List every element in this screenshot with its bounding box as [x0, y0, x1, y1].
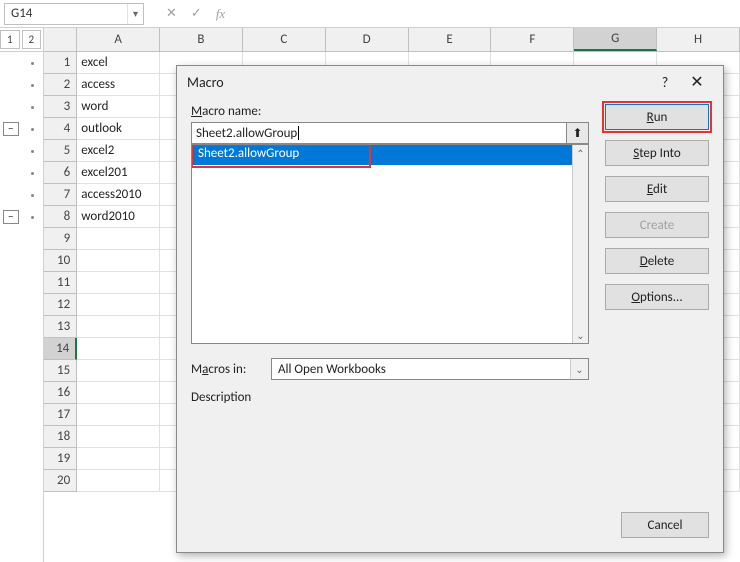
cell-A3[interactable]: word: [77, 96, 160, 118]
dialog-titlebar[interactable]: Macro ? ✕: [177, 66, 723, 98]
cell-A2[interactable]: access: [77, 74, 160, 96]
column-header-F[interactable]: F: [491, 28, 574, 51]
cell-A4[interactable]: outlook: [77, 118, 160, 140]
row-header-1[interactable]: 1: [44, 52, 77, 74]
cell-A19[interactable]: [77, 448, 160, 470]
fx-icon[interactable]: fx: [216, 6, 225, 22]
cell-A16[interactable]: [77, 382, 160, 404]
row-header-9[interactable]: 9: [44, 228, 77, 250]
outline-collapse-button[interactable]: –: [3, 210, 19, 224]
delete-button[interactable]: Delete: [605, 248, 709, 274]
column-header-B[interactable]: B: [160, 28, 243, 51]
outline-level-1[interactable]: 1: [0, 30, 20, 49]
cancel-formula-icon: ✕: [166, 6, 177, 21]
macros-in-label: Macros in:: [191, 362, 261, 377]
column-header-H[interactable]: H: [657, 28, 740, 51]
row-header-12[interactable]: 12: [44, 294, 77, 316]
outline-collapse-button[interactable]: –: [3, 122, 19, 136]
macro-dialog: Macro ? ✕ Macro name: Sheet2.allowGroup …: [176, 65, 724, 553]
step-into-button[interactable]: Step Into: [605, 140, 709, 166]
column-header-C[interactable]: C: [243, 28, 326, 51]
name-box-dropdown-icon[interactable]: ▾: [127, 4, 143, 24]
column-header-A[interactable]: A: [77, 28, 160, 51]
cell-A1[interactable]: excel: [77, 52, 160, 74]
dialog-title: Macro: [187, 74, 649, 91]
row-header-17[interactable]: 17: [44, 404, 77, 426]
column-header-E[interactable]: E: [409, 28, 492, 51]
row-header-14[interactable]: 14: [44, 338, 77, 360]
macros-in-select[interactable]: All Open Workbooks ⌄: [271, 358, 589, 380]
select-all-corner[interactable]: [44, 28, 77, 51]
cell-A13[interactable]: [77, 316, 160, 338]
cell-A5[interactable]: excel2: [77, 140, 160, 162]
cell-A8[interactable]: word2010: [77, 206, 160, 228]
row-header-11[interactable]: 11: [44, 272, 77, 294]
cell-A12[interactable]: [77, 294, 160, 316]
accept-formula-icon: ✓: [191, 6, 202, 21]
macro-name-label: Macro name:: [191, 104, 589, 119]
column-header-D[interactable]: D: [326, 28, 409, 51]
formula-controls: ✕ ✓ fx: [148, 6, 225, 22]
macro-list-item[interactable]: Sheet2.allowGroup: [192, 145, 572, 165]
cell-A11[interactable]: [77, 272, 160, 294]
macros-in-value: All Open Workbooks: [278, 362, 386, 377]
cell-A18[interactable]: [77, 426, 160, 448]
row-header-2[interactable]: 2: [44, 74, 77, 96]
description-label: Description: [191, 390, 589, 405]
row-header-4[interactable]: 4: [44, 118, 77, 140]
options-button[interactable]: Options...: [605, 284, 709, 310]
row-header-13[interactable]: 13: [44, 316, 77, 338]
reference-collapse-icon[interactable]: ⬆: [567, 122, 589, 144]
row-header-5[interactable]: 5: [44, 140, 77, 162]
run-button[interactable]: Run: [605, 104, 709, 130]
name-box[interactable]: G14 ▾: [4, 3, 144, 25]
edit-button[interactable]: Edit: [605, 176, 709, 202]
column-headers: ABCDEFGH: [44, 28, 740, 52]
row-header-18[interactable]: 18: [44, 426, 77, 448]
row-header-8[interactable]: 8: [44, 206, 77, 228]
cell-A15[interactable]: [77, 360, 160, 382]
macro-name-input[interactable]: Sheet2.allowGroup: [191, 122, 567, 144]
row-header-6[interactable]: 6: [44, 162, 77, 184]
help-icon[interactable]: ?: [649, 74, 681, 91]
formula-bar: G14 ▾ ✕ ✓ fx: [0, 0, 740, 28]
cancel-button[interactable]: Cancel: [621, 512, 709, 538]
row-header-7[interactable]: 7: [44, 184, 77, 206]
outline-level-header: 1 2: [0, 28, 43, 52]
macro-name-value: Sheet2.allowGroup: [196, 126, 297, 141]
row-header-15[interactable]: 15: [44, 360, 77, 382]
cell-A9[interactable]: [77, 228, 160, 250]
outline-strip: 1 2 – –: [0, 28, 44, 562]
cell-A7[interactable]: access2010: [77, 184, 160, 206]
column-header-G[interactable]: G: [574, 28, 657, 51]
name-box-value: G14: [5, 6, 127, 21]
row-header-19[interactable]: 19: [44, 448, 77, 470]
row-header-10[interactable]: 10: [44, 250, 77, 272]
cell-A10[interactable]: [77, 250, 160, 272]
cell-A17[interactable]: [77, 404, 160, 426]
row-header-20[interactable]: 20: [44, 470, 77, 492]
chevron-down-icon[interactable]: ⌄: [570, 359, 588, 379]
row-header-16[interactable]: 16: [44, 382, 77, 404]
cell-A6[interactable]: excel201: [77, 162, 160, 184]
cell-A20[interactable]: [77, 470, 160, 492]
scroll-up-icon[interactable]: ⌃: [573, 145, 588, 161]
scroll-down-icon[interactable]: ⌄: [573, 327, 588, 343]
cell-A14[interactable]: [77, 338, 160, 360]
close-icon[interactable]: ✕: [681, 72, 713, 92]
list-scrollbar[interactable]: ⌃ ⌄: [572, 145, 588, 343]
row-header-3[interactable]: 3: [44, 96, 77, 118]
macro-list[interactable]: Sheet2.allowGroup ⌃ ⌄: [191, 144, 589, 344]
outline-level-2[interactable]: 2: [22, 30, 42, 49]
create-button: Create: [605, 212, 709, 238]
